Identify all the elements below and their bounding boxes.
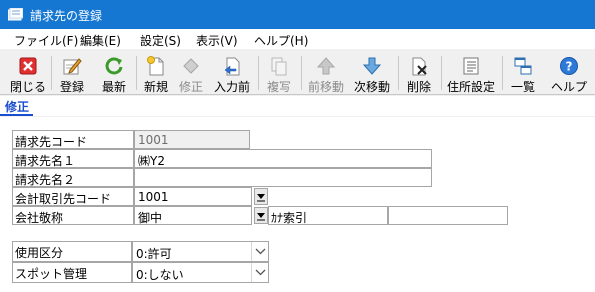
account-code-lookup-button[interactable] bbox=[254, 188, 268, 205]
window-app-icon bbox=[8, 8, 23, 21]
toolbar-separator bbox=[258, 56, 259, 90]
menu-file[interactable]: ファイル(F) bbox=[14, 32, 78, 49]
menu-edit[interactable]: 編集(E) bbox=[80, 32, 121, 49]
close-icon bbox=[19, 57, 37, 75]
menu-settings[interactable]: 設定(S) bbox=[140, 32, 181, 49]
company-title-lookup-button[interactable] bbox=[254, 207, 268, 224]
svg-text:?: ? bbox=[566, 60, 573, 74]
menu-view[interactable]: 表示(V) bbox=[196, 32, 238, 49]
toolbar-separator bbox=[51, 56, 52, 90]
prev-move-button[interactable]: 前移動 bbox=[306, 53, 346, 94]
dropdown-arrow[interactable] bbox=[251, 242, 268, 261]
refresh-icon bbox=[105, 57, 123, 75]
modify-button[interactable]: 修正 bbox=[175, 53, 207, 94]
toolbar-separator bbox=[441, 56, 442, 90]
usage-class-label: 使用区分 bbox=[12, 241, 132, 262]
account-code-field[interactable]: 1001 bbox=[134, 187, 252, 206]
usage-class-select[interactable]: 0:許可 bbox=[132, 241, 269, 262]
arrow-up-icon bbox=[316, 57, 336, 75]
modify-icon bbox=[183, 58, 199, 74]
toolbar: 閉じる 登録 最新 新規 修正 入力前 複写 前移動 次移動 削除 住所設定 一… bbox=[0, 50, 595, 95]
mode-bar: 修正 bbox=[0, 96, 595, 116]
company-title-field[interactable]: 御中 bbox=[134, 206, 252, 225]
arrow-down-icon bbox=[362, 57, 382, 75]
toolbar-separator bbox=[502, 56, 503, 90]
billing-form: 請求先コード 1001 請求先名１ ㈱Y2 請求先名２ 会計取引先コード 100… bbox=[0, 117, 595, 292]
menu-help[interactable]: ヘルプ(H) bbox=[254, 32, 308, 49]
list-windows-icon bbox=[514, 57, 532, 75]
usage-class-value: 0:許可 bbox=[136, 247, 172, 261]
account-code-label: 会計取引先コード bbox=[12, 187, 134, 206]
toolbar-separator bbox=[136, 56, 137, 90]
billing-name2-field[interactable] bbox=[134, 168, 432, 187]
help-button[interactable]: ? ヘルプ bbox=[550, 53, 588, 94]
address-setting-button[interactable]: 住所設定 bbox=[446, 53, 496, 94]
list-button[interactable]: 一覧 bbox=[507, 53, 539, 94]
billing-code-field: 1001 bbox=[134, 130, 250, 149]
spot-manage-label: スポット管理 bbox=[12, 262, 132, 283]
delete-document-icon bbox=[412, 57, 427, 76]
next-move-button[interactable]: 次移動 bbox=[352, 53, 392, 94]
kana-search-field[interactable] bbox=[388, 206, 508, 225]
copy-button[interactable]: 複写 bbox=[263, 53, 295, 94]
new-button[interactable]: 新規 bbox=[140, 53, 172, 94]
toolbar-separator bbox=[301, 56, 302, 90]
title-bar: 請求先の登録 bbox=[0, 0, 595, 29]
menu-bar: ファイル(F) 編集(E) 設定(S) 表示(V) ヘルプ(H) bbox=[0, 29, 595, 49]
spot-manage-value: 0:しない bbox=[136, 268, 184, 282]
chevron-down-icon bbox=[255, 269, 266, 276]
mode-tab-modify[interactable]: 修正 bbox=[0, 96, 33, 116]
address-list-icon bbox=[463, 57, 479, 75]
billing-name2-label: 請求先名２ bbox=[12, 168, 134, 187]
refresh-button[interactable]: 最新 bbox=[98, 53, 130, 94]
lookup-arrow-icon bbox=[257, 213, 265, 221]
billing-name1-field[interactable]: ㈱Y2 bbox=[134, 149, 432, 168]
undo-input-icon bbox=[224, 57, 240, 76]
billing-code-label: 請求先コード bbox=[12, 130, 134, 149]
spot-manage-select[interactable]: 0:しない bbox=[132, 262, 269, 283]
new-document-icon bbox=[147, 56, 164, 76]
billing-name1-label: 請求先名１ bbox=[12, 149, 134, 168]
chevron-down-icon bbox=[255, 248, 266, 255]
dropdown-arrow[interactable] bbox=[251, 263, 268, 282]
register-pencil-icon bbox=[63, 58, 82, 75]
copy-icon bbox=[271, 57, 287, 76]
close-button[interactable]: 閉じる bbox=[10, 53, 46, 94]
company-title-label: 会社敬称 bbox=[12, 206, 134, 225]
lookup-arrow-icon bbox=[257, 194, 265, 202]
register-button[interactable]: 登録 bbox=[56, 53, 88, 94]
help-icon: ? bbox=[560, 57, 578, 75]
delete-button[interactable]: 削除 bbox=[403, 53, 435, 94]
kana-search-label: ｶﾅ索引 bbox=[268, 206, 388, 225]
toolbar-separator bbox=[398, 56, 399, 90]
window-title: 請求先の登録 bbox=[30, 9, 103, 23]
input-prev-button[interactable]: 入力前 bbox=[212, 53, 252, 94]
